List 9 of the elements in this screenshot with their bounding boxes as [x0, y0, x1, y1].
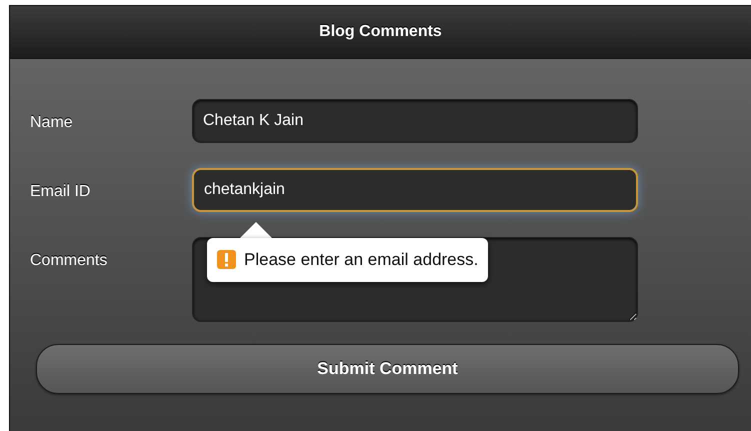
- field-label: Name: [29, 113, 74, 133]
- tooltip-message: Please enter an email address.: [244, 249, 478, 271]
- submit-button[interactable]: Submit Comment: [36, 344, 739, 394]
- input-field[interactable]: chetankjain: [192, 168, 638, 212]
- field-label: Comments: [29, 251, 108, 271]
- warning-icon: [217, 250, 236, 270]
- field-label: Email ID: [29, 182, 92, 202]
- input-field[interactable]: Chetan K Jain: [192, 99, 638, 143]
- page-title: Blog Comments: [319, 22, 442, 42]
